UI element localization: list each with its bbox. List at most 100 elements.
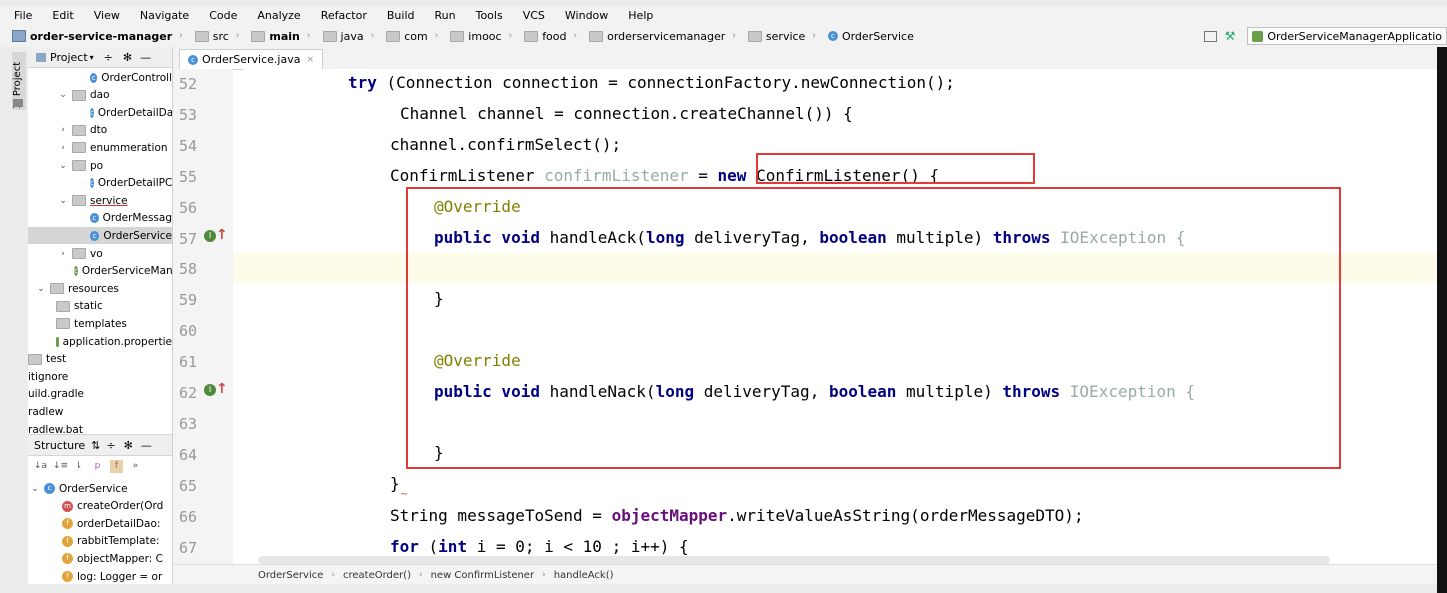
menu-refactor[interactable]: Refactor [308, 9, 374, 22]
project-tree-item[interactable]: templates [28, 315, 172, 332]
structure-item-label: log: Logger = or [77, 570, 163, 583]
close-icon[interactable]: × [306, 55, 314, 65]
chevron-down-icon[interactable]: ⌄ [58, 161, 68, 171]
project-tree-item[interactable]: application.propertie [28, 333, 172, 350]
override-arrow-icon[interactable]: ↑ [216, 228, 228, 242]
project-view-dropdown-icon[interactable]: ▾ [90, 53, 94, 62]
breadcrumb-item[interactable]: c OrderService [827, 30, 914, 43]
window-edge [1437, 47, 1447, 593]
collapse-all-icon[interactable]: ÷ [104, 51, 113, 64]
project-tree-item[interactable]: c OrderService [28, 227, 172, 245]
run-configuration-select[interactable]: OrderServiceManagerApplicatio [1247, 27, 1447, 45]
menu-help[interactable]: Help [615, 9, 660, 22]
more-icon[interactable]: » [129, 460, 142, 473]
breadcrumb-item[interactable]: order-service-manager › [12, 30, 183, 43]
hide-panel-icon[interactable]: — [141, 439, 152, 452]
breadcrumb-item[interactable]: food › [524, 30, 577, 43]
structure-tree-item[interactable]: ⌄ c OrderService [28, 480, 172, 497]
sort-visibility-icon[interactable]: ↓≡ [53, 460, 68, 473]
layout-icon[interactable] [1203, 30, 1217, 42]
menu-edit[interactable]: Edit [39, 9, 80, 22]
structure-item-label: orderDetailDao: [77, 517, 161, 530]
menu-tools[interactable]: Tools [463, 9, 510, 22]
project-tree-item[interactable]: c OrderDetailPC [28, 175, 172, 192]
project-tree-item[interactable]: ⌄ dao [28, 87, 172, 104]
chevron-right-icon[interactable]: › [58, 143, 68, 153]
breadcrumb-item[interactable]: service › [747, 30, 816, 43]
breadcrumb-item[interactable]: imooc › [450, 30, 512, 43]
project-tree-item[interactable]: ⌄ po [28, 157, 172, 174]
implements-method-icon[interactable]: I [204, 230, 216, 242]
folder-icon [56, 318, 70, 330]
menu-run[interactable]: Run [422, 9, 463, 22]
project-tree-item[interactable]: ⌄ service [28, 192, 172, 209]
implements-method-icon[interactable]: I [204, 384, 216, 396]
menu-code[interactable]: Code [196, 9, 244, 22]
structure-item-label: objectMapper: C [77, 552, 163, 565]
show-properties-icon[interactable]: p [91, 460, 104, 473]
chevron-down-icon[interactable]: ⌄ [36, 284, 46, 294]
breadcrumb-item[interactable]: main › [251, 30, 311, 43]
menu-analyze[interactable]: Analyze [244, 9, 307, 22]
project-tree-item[interactable]: ⌄ resources [28, 280, 172, 297]
project-tree-item[interactable]: › dto [28, 122, 172, 139]
tree-item-label: itignore [28, 370, 69, 383]
project-panel-title[interactable]: Project [50, 51, 88, 64]
code-breadcrumb-item[interactable]: createOrder() › [343, 570, 423, 581]
structure-tree-item[interactable]: f objectMapper: C [28, 550, 172, 567]
menu-view[interactable]: View [81, 9, 127, 22]
chevron-right-icon[interactable]: › [58, 249, 68, 259]
structure-panel-title[interactable]: Structure [34, 439, 85, 452]
sort-icon[interactable]: ⇅ [91, 439, 100, 452]
class-icon: c [90, 178, 94, 189]
chevron-down-icon[interactable]: ⌄ [30, 484, 40, 494]
menu-navigate[interactable]: Navigate [127, 9, 196, 22]
collapse-icon[interactable]: ÷ [106, 439, 115, 452]
structure-tree-item[interactable]: f rabbitTemplate: [28, 533, 172, 550]
breadcrumb-item[interactable]: orderservicemanager › [589, 30, 736, 43]
gear-icon[interactable]: ✻ [124, 439, 133, 452]
breadcrumb-item[interactable]: com › [386, 30, 438, 43]
code-breadcrumb-item[interactable]: new ConfirmListener › [431, 570, 546, 581]
project-tree-item[interactable]: › vo [28, 245, 172, 262]
chevron-right-icon: › [331, 570, 335, 580]
breadcrumb-item[interactable]: src › [194, 30, 239, 43]
project-tree-item[interactable]: › enummeration [28, 139, 172, 156]
breadcrumb-item[interactable]: java › [322, 30, 374, 43]
project-tree-item[interactable]: c OrderMessag [28, 210, 172, 227]
chevron-down-icon[interactable]: ⌄ [58, 90, 68, 100]
tree-item-label: test [46, 353, 67, 366]
menu-file[interactable]: File [0, 9, 39, 22]
menu-window[interactable]: Window [552, 9, 615, 22]
project-tree-item[interactable]: c OrderServiceMan [28, 263, 172, 280]
structure-tree-item[interactable]: f log: Logger = or [28, 568, 172, 585]
hide-panel-icon[interactable]: — [140, 51, 151, 64]
code-breadcrumb-item[interactable]: OrderService › [258, 570, 335, 581]
project-tree-item[interactable]: c OrderControll [28, 69, 172, 86]
folder-icon [72, 195, 86, 207]
project-tree-item[interactable]: static [28, 298, 172, 315]
show-fields-icon[interactable]: f [110, 459, 123, 473]
structure-tool-icon[interactable] [13, 99, 23, 107]
override-arrow-icon[interactable]: ↑ [216, 382, 228, 396]
code-breadcrumb-bar: OrderService › createOrder() › new ConfirmLi… [173, 564, 1447, 585]
show-inherited-icon[interactable]: ⇂ [72, 460, 85, 473]
project-tree-item[interactable]: c OrderDetailDa [28, 104, 172, 121]
build-hammer-icon[interactable]: ⚒ [1225, 29, 1236, 43]
code-breadcrumb-item[interactable]: handleAck() [554, 570, 614, 581]
structure-tree-item[interactable]: m createOrder(Ord [28, 498, 172, 515]
project-tree-item[interactable]: radlew [28, 403, 172, 420]
tab-orderservice-java[interactable]: c OrderService.java × [179, 49, 324, 69]
gear-icon[interactable]: ✻ [123, 51, 132, 64]
menu-build[interactable]: Build [374, 9, 422, 22]
project-tree-item[interactable]: uild.gradle [28, 386, 172, 403]
sort-alpha-icon[interactable]: ↓a [34, 460, 47, 473]
project-view-icon [36, 52, 46, 62]
project-tree-item[interactable]: itignore [28, 368, 172, 385]
horizontal-scrollbar[interactable] [258, 556, 1330, 564]
structure-tree-item[interactable]: f orderDetailDao: [28, 515, 172, 532]
menu-vcs[interactable]: VCS [510, 9, 552, 22]
chevron-down-icon[interactable]: ⌄ [58, 196, 68, 206]
project-tree-item[interactable]: test [28, 351, 172, 368]
chevron-right-icon[interactable]: › [58, 125, 68, 135]
